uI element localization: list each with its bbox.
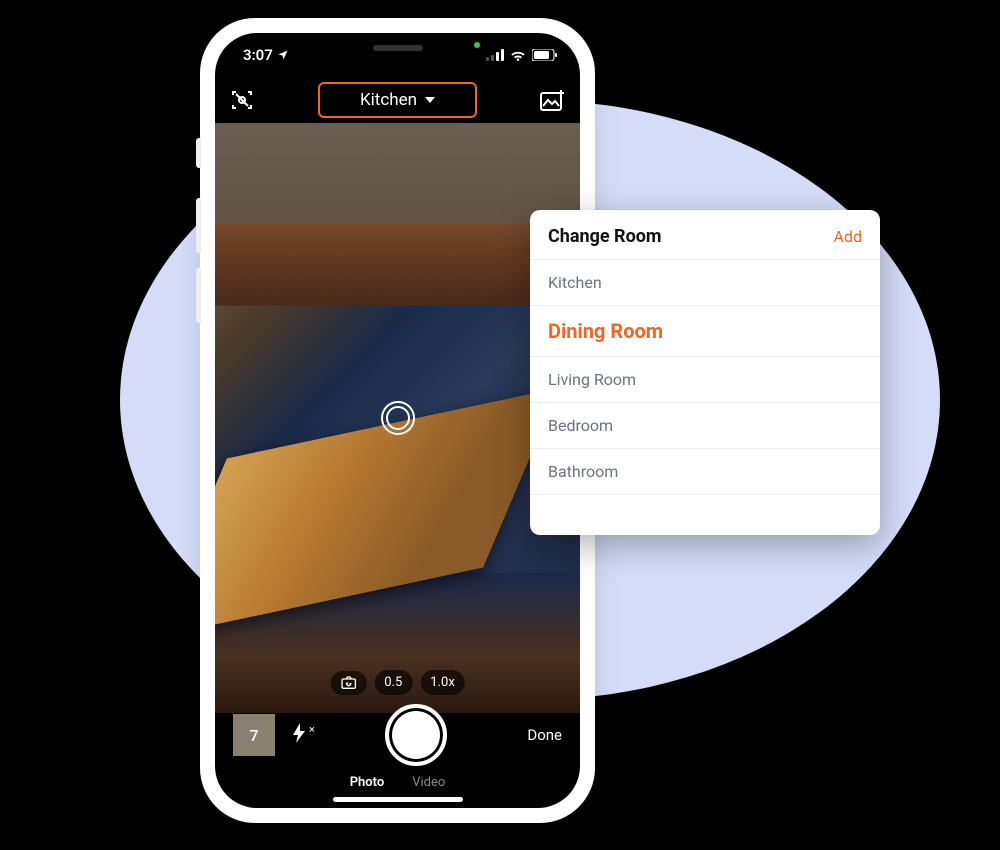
flash-toggle[interactable]: ×	[291, 723, 315, 748]
bg-back-floor	[215, 223, 580, 305]
room-option-living-room[interactable]: Living Room	[530, 357, 880, 403]
room-option-kitchen[interactable]: Kitchen	[530, 260, 880, 306]
popover-title: Change Room	[548, 226, 662, 247]
location-arrow-icon	[277, 49, 289, 61]
camera-switch-icon[interactable]	[330, 671, 366, 695]
capture-mode-row: Photo Video	[215, 775, 580, 790]
change-room-popover: Change Room Add KitchenDining RoomLiving…	[530, 210, 880, 535]
camera-viewfinder[interactable]: 0.5 1.0x	[215, 123, 580, 713]
popover-header: Change Room Add	[530, 210, 880, 260]
room-list: KitchenDining RoomLiving RoomBedroomBath…	[530, 260, 880, 495]
room-option-dining-room[interactable]: Dining Room	[530, 306, 880, 357]
room-selector[interactable]: Kitchen	[318, 82, 477, 118]
scan-icon[interactable]	[227, 88, 257, 112]
photo-count-thumbnail[interactable]: 7	[233, 714, 275, 756]
zoom-0-5x-button[interactable]: 0.5	[374, 670, 412, 695]
zoom-controls: 0.5 1.0x	[330, 670, 465, 695]
camera-indicator-dot	[474, 42, 480, 48]
room-option-bedroom[interactable]: Bedroom	[530, 403, 880, 449]
done-button[interactable]: Done	[527, 726, 562, 744]
cellular-signal-icon	[486, 49, 504, 61]
mode-photo[interactable]: Photo	[350, 775, 385, 790]
focus-indicator	[381, 401, 415, 435]
battery-icon	[532, 49, 558, 61]
status-time: 3:07	[243, 46, 273, 64]
wifi-icon	[510, 49, 526, 61]
room-option-bathroom[interactable]: Bathroom	[530, 449, 880, 495]
home-indicator[interactable]	[333, 797, 463, 802]
speaker	[373, 45, 423, 51]
zoom-1x-button[interactable]: 1.0x	[420, 670, 465, 695]
phone-screen: 3:07	[215, 33, 580, 808]
mute-switch[interactable]	[196, 138, 201, 168]
camera-toolbar: Kitchen	[215, 77, 580, 123]
volume-down-button[interactable]	[196, 268, 201, 323]
volume-up-button[interactable]	[196, 198, 201, 253]
mode-video[interactable]: Video	[412, 775, 445, 790]
gallery-add-icon[interactable]	[538, 89, 568, 111]
room-selector-label: Kitchen	[360, 90, 417, 110]
shutter-button[interactable]	[385, 704, 447, 766]
add-room-button[interactable]: Add	[834, 227, 862, 246]
notch	[308, 33, 488, 61]
chevron-down-icon	[425, 97, 435, 103]
camera-bottom-bar: 7 × Done	[215, 704, 580, 766]
